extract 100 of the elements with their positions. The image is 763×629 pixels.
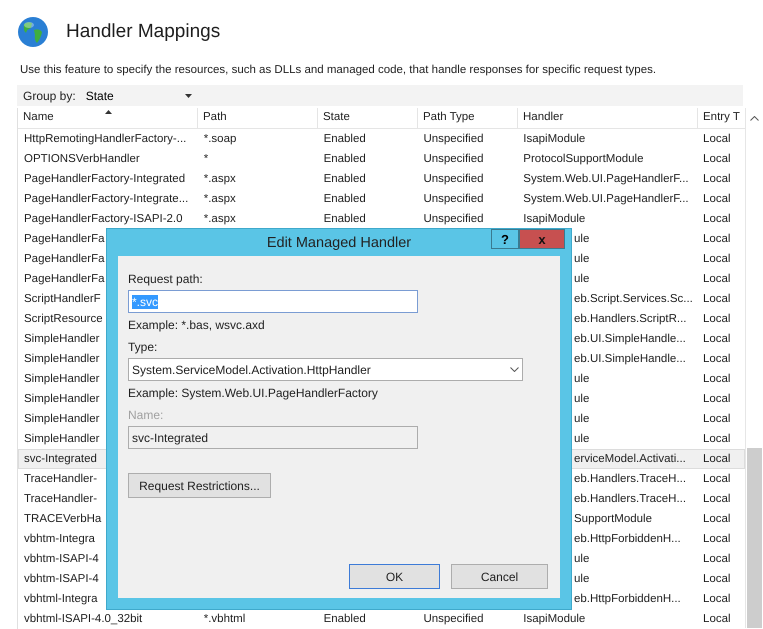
- table-row[interactable]: OPTIONSVerbHandler * Enabled Unspecified ProtocolSupportModule Local: [18, 149, 745, 169]
- page-title: Handler Mappings: [66, 21, 220, 43]
- table-cell-text: Unspecified: [422, 133, 485, 145]
- table-cell-text: Local: [702, 413, 732, 425]
- table-cell-text: Unspecified: [422, 153, 485, 165]
- table-cell-text: ule: [573, 553, 590, 565]
- globe-icon: [17, 16, 49, 48]
- table-cell-text: *.vbhtml: [202, 613, 246, 625]
- table-cell-text: eb.HttpForbiddenH...: [573, 533, 682, 545]
- table-row[interactable]: PageHandlerFactory-ISAPI-2.0 *.aspx Enabled Unspecified IsapiModule Local: [18, 209, 745, 229]
- table-row[interactable]: HttpRemotingHandlerFactory-... *.soap Enabled Unspecified IsapiModule Local: [18, 129, 745, 149]
- table-cell-text: Local: [702, 133, 732, 145]
- help-button[interactable]: ?: [491, 229, 519, 249]
- table-cell-text: System.Web.UI.PageHandlerF...: [522, 193, 690, 205]
- table-cell-text: Local: [702, 593, 732, 605]
- table-cell-text: Local: [702, 493, 732, 505]
- column-header[interactable]: Path Type: [418, 108, 518, 128]
- table-cell-text: TRACEVerbHa: [23, 513, 102, 525]
- table-cell-text: TraceHandler-: [23, 493, 98, 505]
- request-restrictions-button[interactable]: Request Restrictions...: [128, 473, 271, 498]
- table-cell-text: Local: [702, 213, 732, 225]
- table-cell-text: Local: [702, 353, 732, 365]
- table-cell-text: eb.HttpForbiddenH...: [573, 593, 682, 605]
- table-cell-text: Local: [702, 373, 732, 385]
- table-cell-text: Enabled: [322, 193, 367, 205]
- table-cell-text: ule: [573, 273, 590, 285]
- table-cell-text: ule: [573, 253, 590, 265]
- scrollbar-thumb[interactable]: [747, 448, 762, 628]
- table-cell-text: eb.UI.SimpleHandle...: [573, 333, 687, 345]
- caret-icon: [184, 94, 192, 98]
- table-cell-text: vbhtm-Integra: [23, 533, 96, 545]
- table-cell-text: Local: [702, 293, 732, 305]
- table-row[interactable]: PageHandlerFactory-Integrated *.aspx Enabled Unspecified System.Web.UI.PageHandlerF... Local: [18, 169, 745, 189]
- table-cell-text: PageHandlerFactory-Integrate...: [23, 193, 190, 205]
- table-cell-text: erviceModel.Activati...: [573, 453, 687, 465]
- ok-button[interactable]: OK: [349, 564, 440, 589]
- table-cell-text: eb.Handlers.ScriptR...: [573, 313, 688, 325]
- table-cell-text: Local: [702, 393, 732, 405]
- table-cell-text: ule: [573, 413, 590, 425]
- table-cell-text: SupportModule: [573, 513, 653, 525]
- table-cell-text: Local: [702, 313, 732, 325]
- cancel-button[interactable]: Cancel: [451, 564, 548, 589]
- scroll-up-icon: [750, 116, 759, 121]
- table-cell-text: ule: [573, 393, 590, 405]
- table-cell-text: Local: [702, 553, 732, 565]
- table-cell-text: Local: [702, 613, 732, 625]
- table-cell-text: eb.Script.Services.Sc...: [573, 293, 694, 305]
- column-header[interactable]: Entry T: [698, 108, 744, 128]
- table-cell-text: SimpleHandler: [23, 373, 100, 385]
- field-label: Type:: [128, 340, 158, 355]
- table-cell-text: TraceHandler-: [23, 473, 98, 485]
- table-cell-text: Local: [702, 333, 732, 345]
- table-cell-text: Local: [702, 473, 732, 485]
- table-cell-text: Unspecified: [422, 213, 485, 225]
- table-cell-text: svc-Integrated: [23, 453, 98, 465]
- table-cell-text: ule: [573, 233, 590, 245]
- table-cell-text: *.aspx: [202, 173, 237, 185]
- table-cell-text: Local: [702, 273, 732, 285]
- column-header[interactable]: Path: [198, 108, 318, 128]
- table-cell-text: eb.UI.SimpleHandle...: [573, 353, 687, 365]
- table-cell-text: Local: [702, 573, 732, 585]
- table-cell-text: Local: [702, 193, 732, 205]
- table-cell-text: SimpleHandler: [23, 333, 100, 345]
- field-label: Name:: [128, 408, 164, 423]
- table-cell-text: ule: [573, 573, 590, 585]
- table-cell-text: ule: [573, 433, 590, 445]
- table-cell-text: PageHandlerFa: [23, 253, 106, 265]
- group-by-label: Group by:: [23, 88, 76, 102]
- table-row[interactable]: PageHandlerFactory-Integrate... *.aspx Enabled Unspecified System.Web.UI.PageHandlerF... Local: [18, 189, 745, 209]
- page-description: Use this feature to specify the resources, such as DLLs and managed code, that handle responses for specific request types.: [19, 63, 658, 78]
- table-cell-text: vbhtml-ISAPI-4.0_32bit: [23, 613, 144, 625]
- table-cell-text: *: [202, 153, 210, 165]
- type-dropdown[interactable]: System.ServiceModel.Activation.HttpHandler: [128, 358, 523, 381]
- table-cell-text: Local: [702, 513, 732, 525]
- table-cell-text: HttpRemotingHandlerFactory-...: [23, 133, 188, 145]
- table-cell-text: Unspecified: [422, 613, 485, 625]
- close-button[interactable]: x: [519, 229, 565, 249]
- table-cell-text: *.aspx: [202, 193, 237, 205]
- column-header[interactable]: Name: [18, 108, 198, 128]
- table-cell-text: Local: [702, 533, 732, 545]
- table-row[interactable]: vbhtml-ISAPI-4.0_32bit *.vbhtml Enabled Unspecified IsapiModule Local: [18, 609, 745, 629]
- table-cell-text: IsapiModule: [522, 213, 586, 225]
- example-text: Example: *.bas, wsvc.axd: [128, 318, 265, 332]
- table-cell-text: vbhtm-ISAPI-4: [23, 553, 100, 565]
- dialog-title: Edit Managed Handler: [266, 234, 412, 250]
- table-cell-text: PageHandlerFactory-Integrated: [23, 173, 186, 185]
- chevron-down-icon: [510, 367, 519, 372]
- table-cell-text: System.Web.UI.PageHandlerF...: [522, 173, 690, 185]
- example-text: Example: System.Web.UI.PageHandlerFactory: [128, 386, 378, 400]
- table-cell-text: Local: [702, 233, 732, 245]
- column-header[interactable]: State: [318, 108, 418, 128]
- scrollbar[interactable]: [745, 108, 763, 628]
- table-cell-text: SimpleHandler: [23, 353, 100, 365]
- table-cell-text: Local: [702, 433, 732, 445]
- column-header[interactable]: Handler: [518, 108, 698, 128]
- table-cell-text: Enabled: [322, 613, 367, 625]
- table-cell-text: Enabled: [322, 133, 367, 145]
- table-cell-text: PageHandlerFactory-ISAPI-2.0: [23, 213, 184, 225]
- table-cell-text: IsapiModule: [522, 133, 586, 145]
- table-cell-text: Local: [702, 153, 732, 165]
